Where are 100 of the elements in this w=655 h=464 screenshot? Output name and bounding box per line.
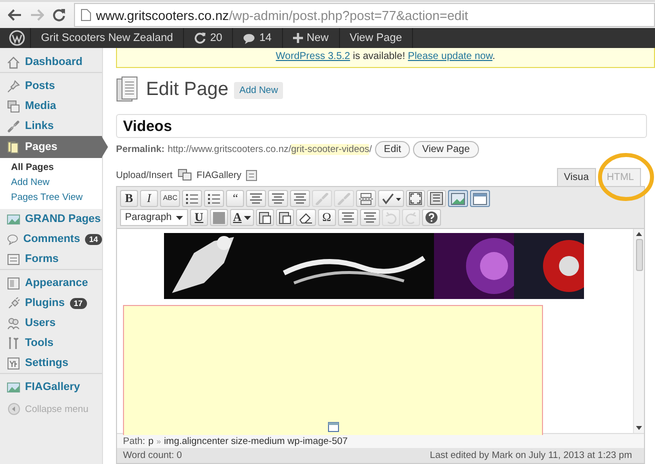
sidebar-item[interactable]: Media — [0, 96, 102, 116]
comments-count[interactable]: 14 — [259, 32, 272, 44]
bullet-list-icon — [185, 192, 200, 204]
sidebar-item[interactable]: Plugins 17 — [0, 293, 102, 313]
help-icon — [424, 211, 438, 224]
path-link[interactable]: img.aligncenter size-medium wp-image-507 — [164, 436, 348, 446]
pages-icon — [7, 140, 20, 154]
plus-icon[interactable] — [292, 33, 303, 43]
sidebar-item[interactable]: Posts — [0, 76, 102, 96]
toolbar-button[interactable] — [296, 209, 316, 226]
permalink-button[interactable]: View Page — [413, 141, 479, 158]
sidebar-item[interactable]: Links — [0, 116, 102, 136]
toolbar-button[interactable] — [356, 190, 376, 207]
toolbar-button[interactable] — [378, 190, 404, 207]
window-icon — [473, 192, 488, 204]
toolbar-button[interactable]: I — [140, 190, 158, 207]
plug-icon — [7, 296, 20, 310]
toolbar-button[interactable] — [422, 209, 441, 226]
scroll-up-icon — [636, 232, 642, 236]
site-name-link[interactable]: Grit Scooters New Zealand — [41, 32, 174, 44]
fullscreen-icon — [409, 192, 422, 205]
format-dropdown[interactable]: Paragraph — [120, 209, 188, 226]
page-break-icon — [359, 192, 374, 204]
new-link[interactable]: New — [306, 32, 329, 44]
update-notice: WordPress 3.5.2 is available! Please update now. — [116, 48, 655, 68]
sidebar-item[interactable]: Settings — [0, 353, 102, 374]
sidebar-item[interactable]: FIAGallery — [0, 377, 102, 397]
numbered-list-icon — [207, 192, 222, 204]
page-icon — [81, 9, 91, 21]
notice-link[interactable]: WordPress 3.5.2 — [276, 51, 350, 62]
path-link[interactable]: p — [148, 436, 154, 446]
sidebar-item[interactable]: Comments 14 — [0, 229, 102, 249]
wordpress-logo-icon[interactable] — [9, 30, 25, 46]
toolbar-button[interactable] — [182, 190, 202, 207]
toolbar-button[interactable] — [256, 209, 274, 226]
chain-icon — [315, 192, 330, 204]
toolbar-button[interactable]: U — [190, 209, 208, 226]
sidebar-item[interactable]: Forms — [0, 249, 102, 270]
toolbar-button[interactable]: A — [230, 209, 254, 226]
view-page-link[interactable]: View Page — [350, 32, 402, 44]
align-icon — [271, 192, 286, 204]
tools-icon — [7, 336, 20, 350]
media-icon[interactable] — [178, 169, 192, 181]
form-icon — [7, 252, 20, 266]
indent-icon — [362, 212, 377, 224]
picture-icon — [7, 380, 20, 394]
toolbar-button[interactable]: “ — [226, 190, 244, 207]
updates-count[interactable]: 20 — [210, 32, 222, 44]
reload-icon[interactable] — [52, 8, 66, 22]
title-field[interactable]: Videos — [116, 114, 647, 138]
speech-bubble-icon[interactable] — [243, 32, 256, 44]
permalink-button[interactable]: Edit — [374, 141, 410, 158]
toolbar-button[interactable] — [290, 190, 310, 207]
page-title: Edit Page — [146, 79, 228, 101]
permalink-url[interactable]: http://www.gritscooters.co.nz/grit-scooter-videos/ — [168, 144, 372, 155]
pin-icon — [7, 80, 20, 92]
toolbar-button[interactable] — [360, 209, 380, 226]
back-arrow-icon[interactable] — [8, 8, 22, 22]
color-swatch-icon — [213, 212, 225, 224]
house-icon — [7, 56, 20, 68]
toolbar-button[interactable]: B — [120, 190, 138, 207]
chain-icon — [337, 192, 352, 204]
sidebar-item[interactable]: Tools — [0, 333, 102, 353]
editor-tab[interactable]: Visua — [556, 168, 596, 186]
toolbar-button[interactable] — [406, 190, 426, 207]
submenu-item[interactable]: Pages Tree View — [11, 191, 83, 204]
path-label: Path: — [123, 436, 146, 446]
window-icon — [328, 422, 338, 432]
chain-icon — [7, 120, 20, 132]
toolbar-button[interactable] — [246, 190, 266, 207]
refresh-icon[interactable] — [194, 32, 206, 44]
address-bar[interactable]: www.gritscooters.co.nz/wp-admin/post.php?post=77&action=edit — [74, 3, 655, 27]
caret-icon — [244, 216, 251, 220]
toolbar-button[interactable] — [338, 209, 358, 226]
notice-link[interactable]: Please update now — [408, 51, 492, 62]
scrollbar-thumb[interactable] — [636, 239, 642, 271]
toolbar-button[interactable] — [276, 209, 294, 226]
sidebar-item[interactable]: Appearance — [0, 273, 102, 293]
align-icon — [249, 192, 264, 204]
redo-icon — [404, 212, 417, 224]
permalink-label: Permalink: — [116, 144, 165, 155]
add-new-button[interactable]: Add New — [234, 82, 283, 98]
toolbar-button[interactable] — [204, 190, 224, 207]
gallery-link[interactable]: FIAGallery — [196, 170, 242, 181]
submenu-item[interactable]: Add New — [11, 176, 50, 189]
caret-icon — [176, 216, 183, 220]
toolbar-button[interactable] — [470, 190, 490, 207]
submenu-item[interactable]: All Pages — [11, 161, 54, 174]
clipboard-icon — [278, 211, 291, 224]
sidebar-item[interactable]: GRAND Pages — [0, 209, 102, 229]
form-icon[interactable] — [246, 170, 258, 181]
sidebar-item[interactable]: Users — [0, 313, 102, 333]
toolbar-button[interactable] — [268, 190, 288, 207]
last-edited: Last edited by Mark on July 11, 2013 at 1:23 pm — [430, 450, 632, 461]
toolbar-button[interactable] — [427, 190, 446, 207]
spellcheck-icon — [381, 192, 402, 204]
path-separator: » — [156, 436, 161, 446]
scrollbar[interactable] — [633, 229, 644, 433]
toolbar-button[interactable]: Ω — [318, 209, 336, 226]
sidebar-item[interactable]: Dashboard — [0, 52, 102, 73]
